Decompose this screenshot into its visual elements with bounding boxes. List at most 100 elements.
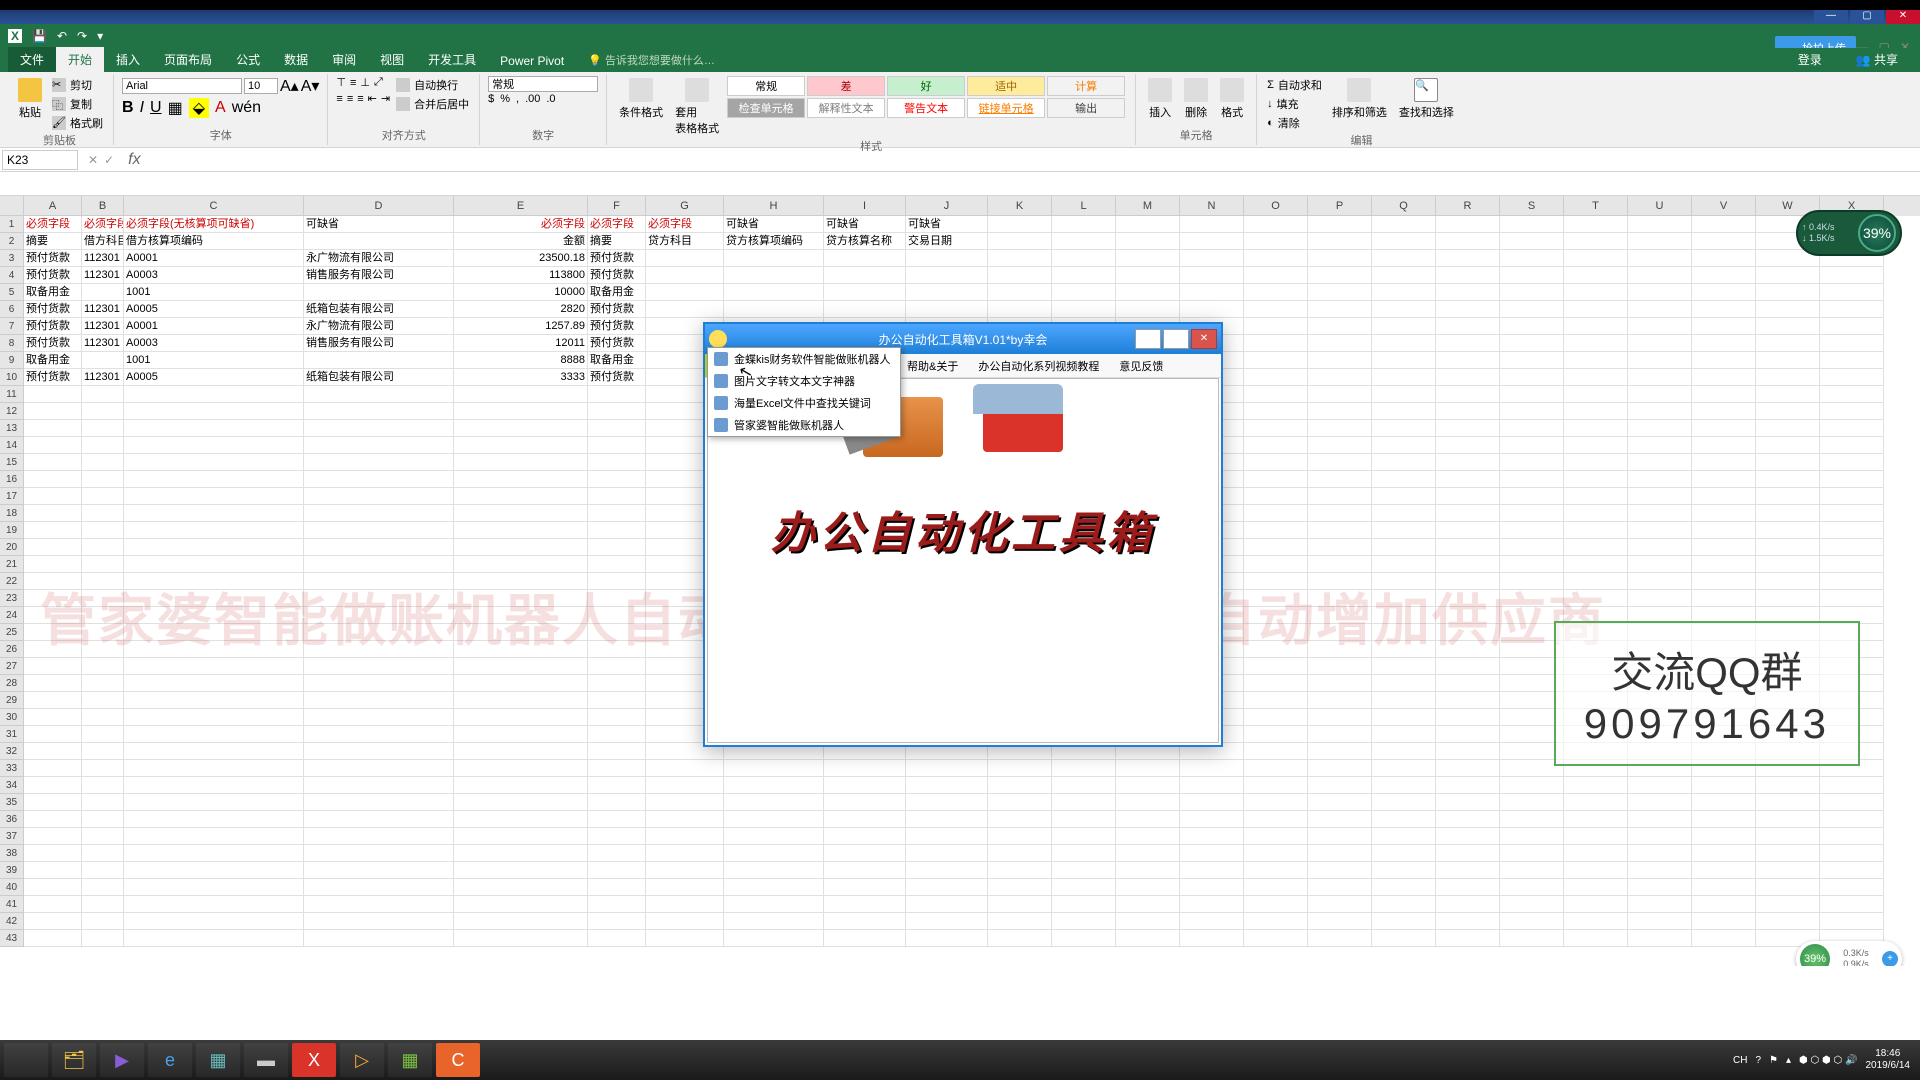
cell[interactable]	[124, 845, 304, 862]
delete-cells-button[interactable]: 删除	[1180, 76, 1212, 122]
cell[interactable]	[646, 284, 724, 301]
row-header[interactable]: 39	[0, 862, 24, 879]
cell[interactable]	[1180, 216, 1244, 233]
cell[interactable]	[1500, 845, 1564, 862]
cell[interactable]	[1308, 709, 1372, 726]
tab-home[interactable]: 开始	[56, 47, 104, 72]
cell[interactable]	[1372, 454, 1436, 471]
cell[interactable]	[1692, 879, 1756, 896]
cell[interactable]	[1372, 760, 1436, 777]
cell[interactable]	[1692, 454, 1756, 471]
cell[interactable]	[124, 743, 304, 760]
column-header[interactable]: J	[906, 196, 988, 216]
cell[interactable]	[588, 794, 646, 811]
network-widget-bottom[interactable]: 39% 0.3K/s 0.9K/s +	[1796, 941, 1902, 966]
cell[interactable]	[454, 811, 588, 828]
cell[interactable]	[824, 845, 906, 862]
cell[interactable]	[124, 828, 304, 845]
taskbar-ie[interactable]: e	[148, 1043, 192, 1077]
cell[interactable]	[724, 913, 824, 930]
cell[interactable]	[1244, 216, 1308, 233]
cell[interactable]	[1436, 828, 1500, 845]
undo-icon[interactable]: ↶	[57, 29, 67, 43]
row-header[interactable]: 32	[0, 743, 24, 760]
taskbar-app1[interactable]: ▶	[100, 1043, 144, 1077]
cell[interactable]	[82, 896, 124, 913]
tab-review[interactable]: 审阅	[320, 47, 368, 72]
cell[interactable]	[1116, 862, 1180, 879]
column-header[interactable]: D	[304, 196, 454, 216]
cell[interactable]	[1756, 437, 1820, 454]
cell[interactable]	[1116, 301, 1180, 318]
align-center-icon[interactable]: ≡	[347, 93, 353, 105]
cell[interactable]	[1628, 811, 1692, 828]
tray-help-icon[interactable]: ?	[1755, 1055, 1761, 1066]
cell[interactable]	[646, 930, 724, 947]
cell[interactable]	[906, 913, 988, 930]
comma-icon[interactable]: ,	[516, 93, 519, 105]
cell[interactable]	[1820, 505, 1884, 522]
cell[interactable]	[1500, 896, 1564, 913]
row-header[interactable]: 21	[0, 556, 24, 573]
cell[interactable]	[1628, 556, 1692, 573]
cell[interactable]	[1436, 420, 1500, 437]
cell[interactable]	[906, 896, 988, 913]
name-box[interactable]	[2, 150, 78, 170]
cell[interactable]	[304, 488, 454, 505]
cell[interactable]: 必须字段	[588, 216, 646, 233]
cell[interactable]	[1820, 539, 1884, 556]
tab-layout[interactable]: 页面布局	[152, 47, 224, 72]
cell[interactable]	[588, 454, 646, 471]
cell[interactable]	[1372, 420, 1436, 437]
cell[interactable]	[304, 284, 454, 301]
cell[interactable]	[1756, 454, 1820, 471]
cell[interactable]	[1500, 454, 1564, 471]
style-gallery-item[interactable]: 警告文本	[887, 98, 965, 118]
cell[interactable]	[1436, 301, 1500, 318]
cell[interactable]	[1500, 369, 1564, 386]
style-gallery-item[interactable]: 输出	[1047, 98, 1125, 118]
cell[interactable]	[24, 403, 82, 420]
cell[interactable]	[1372, 930, 1436, 947]
cell[interactable]	[1500, 522, 1564, 539]
indent-inc-icon[interactable]: ⇥	[381, 92, 390, 105]
cell[interactable]	[1436, 709, 1500, 726]
cell[interactable]	[1628, 777, 1692, 794]
cell[interactable]	[1244, 845, 1308, 862]
cell[interactable]	[304, 233, 454, 250]
cell[interactable]	[454, 386, 588, 403]
cell[interactable]: 取备用金	[588, 352, 646, 369]
dialog-menu-item[interactable]: 办公自动化系列视频教程	[968, 354, 1109, 377]
align-bottom-icon[interactable]: ⊥	[360, 76, 370, 89]
cell[interactable]	[82, 930, 124, 947]
indent-dec-icon[interactable]: ⇤	[368, 92, 377, 105]
cell[interactable]	[1500, 403, 1564, 420]
cell[interactable]	[1564, 250, 1628, 267]
cell[interactable]	[1052, 216, 1116, 233]
cell[interactable]	[1244, 267, 1308, 284]
cell[interactable]	[1692, 284, 1756, 301]
cell[interactable]	[1692, 488, 1756, 505]
cell[interactable]	[82, 658, 124, 675]
dialog-menu-item[interactable]: 帮助&关于	[897, 354, 968, 377]
cell[interactable]	[588, 675, 646, 692]
cell[interactable]	[1308, 896, 1372, 913]
cell[interactable]	[1692, 437, 1756, 454]
cell[interactable]	[1692, 930, 1756, 947]
cell[interactable]	[24, 726, 82, 743]
cell[interactable]	[1564, 369, 1628, 386]
cell[interactable]	[24, 658, 82, 675]
cell[interactable]	[824, 913, 906, 930]
cell[interactable]	[1756, 369, 1820, 386]
cell[interactable]	[1244, 318, 1308, 335]
cell[interactable]: 预付货款	[588, 301, 646, 318]
cell[interactable]: 销售服务有限公司	[304, 267, 454, 284]
cell[interactable]	[824, 284, 906, 301]
row-header[interactable]: 40	[0, 879, 24, 896]
cell[interactable]	[1052, 879, 1116, 896]
cell[interactable]	[1564, 301, 1628, 318]
cell[interactable]	[1180, 301, 1244, 318]
cell[interactable]	[1564, 862, 1628, 879]
cell[interactable]	[82, 284, 124, 301]
cell[interactable]	[1564, 522, 1628, 539]
